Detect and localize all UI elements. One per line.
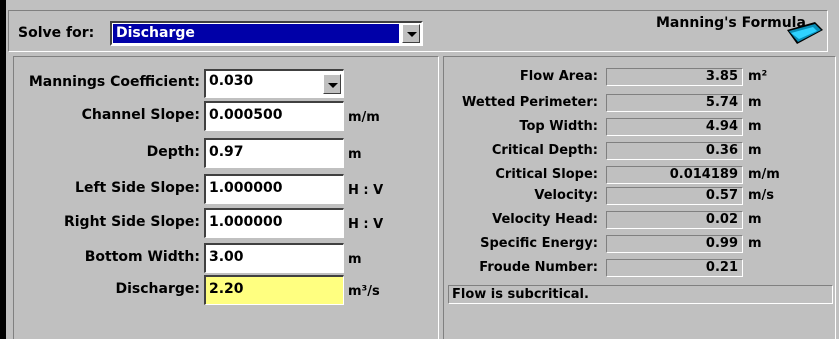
flow-area-unit: m² <box>748 69 768 84</box>
wetted-perimeter-value: 5.74 <box>606 94 743 112</box>
mannings-value: 0.030 <box>209 73 254 89</box>
solve-for-dropdown-button[interactable] <box>402 24 420 43</box>
right-side-slope-label: Right Side Slope: <box>63 214 200 230</box>
specific-energy-unit: m <box>748 236 762 251</box>
critical-depth-value: 0.36 <box>606 142 743 160</box>
channel-slope-unit: m/m <box>348 110 380 125</box>
velocity-value: 0.57 <box>606 187 743 205</box>
specific-energy-label: Specific Energy: <box>480 236 598 251</box>
left-side-slope-unit: H : V <box>348 183 384 198</box>
froude-number-value: 0.21 <box>606 259 743 277</box>
formula-title: Manning's Formula <box>656 15 806 31</box>
left-side-slope-input[interactable]: 1.000000 <box>204 174 344 204</box>
velocity-unit: m/s <box>748 188 775 203</box>
depth-input[interactable]: 0.97 <box>204 138 344 168</box>
flow-status-message: Flow is subcritical. <box>448 285 833 304</box>
flow-area-label: Flow Area: <box>519 69 598 84</box>
solve-for-selected-value: Discharge <box>113 24 399 43</box>
top-width-label: Top Width: <box>519 119 598 134</box>
channel-icon <box>787 22 823 44</box>
right-side-slope-input[interactable]: 1.000000 <box>204 208 344 238</box>
channel-slope-label: Channel Slope: <box>81 107 200 123</box>
critical-depth-label: Critical Depth: <box>491 143 598 158</box>
critical-slope-value: 0.014189 <box>606 166 743 184</box>
right-side-slope-unit: H : V <box>348 217 384 232</box>
left-side-slope-label: Left Side Slope: <box>75 180 200 196</box>
depth-unit: m <box>348 147 362 162</box>
bottom-width-unit: m <box>348 252 362 267</box>
velocity-label: Velocity: <box>534 188 598 203</box>
critical-slope-label: Critical Slope: <box>495 167 598 182</box>
top-width-unit: m <box>748 119 762 134</box>
critical-depth-unit: m <box>748 143 762 158</box>
discharge-unit: m³/s <box>348 284 380 299</box>
wetted-perimeter-label: Wetted Perimeter: <box>462 95 598 110</box>
bottom-width-input[interactable]: 3.00 <box>204 243 344 273</box>
flow-area-value: 3.85 <box>606 68 743 86</box>
velocity-head-value: 0.02 <box>606 211 743 229</box>
specific-energy-value: 0.99 <box>606 235 743 253</box>
solve-for-label: Solve for: <box>18 25 95 41</box>
wetted-perimeter-unit: m <box>748 95 762 110</box>
chevron-down-icon <box>407 32 417 37</box>
top-width-value: 4.94 <box>606 118 743 136</box>
solve-for-select[interactable]: Discharge <box>110 21 423 46</box>
mannings-coefficient-select[interactable]: 0.030 <box>204 69 344 98</box>
depth-label: Depth: <box>146 144 200 160</box>
velocity-head-label: Velocity Head: <box>492 212 598 227</box>
discharge-input[interactable]: 2.20 <box>204 275 344 305</box>
froude-number-label: Froude Number: <box>479 260 598 275</box>
channel-slope-input[interactable]: 0.000500 <box>204 101 344 131</box>
mannings-label: Mannings Coefficient: <box>28 74 200 90</box>
discharge-label: Discharge: <box>115 281 201 297</box>
mannings-dropdown-button[interactable] <box>323 74 341 94</box>
bottom-width-label: Bottom Width: <box>84 249 200 265</box>
chevron-down-icon <box>328 83 338 88</box>
velocity-head-unit: m <box>748 212 762 227</box>
critical-slope-unit: m/m <box>748 167 780 182</box>
